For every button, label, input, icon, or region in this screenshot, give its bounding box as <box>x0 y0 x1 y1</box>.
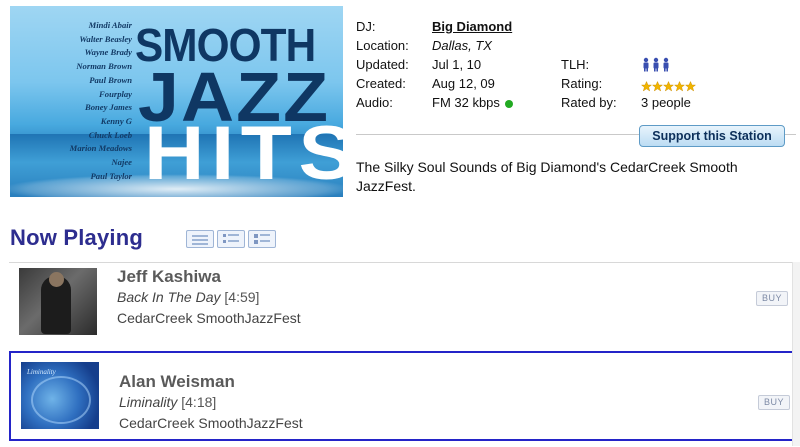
list-icon[interactable] <box>217 230 245 248</box>
artwork-artist: Kenny G <box>100 115 132 126</box>
album-art-swirl <box>31 376 91 424</box>
list-compact-icon[interactable] <box>186 230 214 248</box>
station-description: The Silky Soul Sounds of Big Diamond's C… <box>356 159 738 194</box>
track-row[interactable]: Jeff Kashiwa Back In The Day [4:59] Ceda… <box>9 263 796 349</box>
rating-stars[interactable] <box>640 78 697 92</box>
track-title: Liminality <box>119 394 178 410</box>
artwork-artist: Chuck Loeb <box>88 129 132 140</box>
now-playing-heading: Now Playing <box>10 225 143 250</box>
created-value: Aug 12, 09 <box>432 76 495 91</box>
audio-value: FM 32 kbps <box>432 93 513 112</box>
artwork-artist: Norman Brown <box>76 61 132 72</box>
created-row: Created: Aug 12, 09 Rating: <box>356 74 796 93</box>
tlh-label: TLH: <box>561 57 590 72</box>
track-album: CedarCreek SmoothJazzFest <box>117 310 301 326</box>
star-icons <box>640 80 697 92</box>
track-album: CedarCreek SmoothJazzFest <box>119 415 303 431</box>
rating-label: Rating: <box>561 76 603 91</box>
dj-link[interactable]: Big Diamond <box>432 17 512 36</box>
rated-by-value: 3 people <box>641 95 691 110</box>
artwork-title-hits: HITS <box>144 111 343 196</box>
dj-label: DJ: <box>356 19 376 34</box>
audio-label: Audio: <box>356 95 393 110</box>
updated-row: Updated: Jul 1, 10 TLH: <box>356 55 796 74</box>
track-artist: Jeff Kashiwa <box>117 267 221 286</box>
artwork-artist: Wayne Brady <box>84 47 132 58</box>
artwork-artist: Walter Beasley <box>79 33 132 44</box>
location-label: Location: <box>356 38 409 53</box>
artwork-artist: Paul Taylor <box>90 170 132 181</box>
track-title: Back In The Day <box>117 289 221 305</box>
location-value: Dallas, TX <box>432 38 492 53</box>
support-station-button[interactable]: Support this Station <box>639 125 785 147</box>
buy-button[interactable]: BUY <box>758 395 790 410</box>
track-list-scrollbar[interactable] <box>792 262 800 446</box>
artwork-artist: Paul Brown <box>89 74 132 85</box>
album-art-thumbnail[interactable] <box>19 268 97 335</box>
album-art-caption: Liminality <box>27 368 56 376</box>
artwork-artist: Marion Meadows <box>69 143 132 154</box>
track-duration: [4:59] <box>224 289 260 305</box>
track-list: Jeff Kashiwa Back In The Day [4:59] Ceda… <box>9 262 800 447</box>
artwork-artist-list: Mindi Abair Walter Beasley Wayne Brady N… <box>22 19 132 183</box>
artwork-artist: Boney James <box>84 102 132 113</box>
station-artwork: Mindi Abair Walter Beasley Wayne Brady N… <box>10 6 343 197</box>
created-label: Created: <box>356 76 406 91</box>
updated-label: Updated: <box>356 57 409 72</box>
track-duration: [4:18] <box>181 394 217 410</box>
artwork-artist: Mindi Abair <box>88 20 132 30</box>
track-song: Liminality [4:18] <box>119 394 216 410</box>
audio-row: Audio: FM 32 kbps Rated by: 3 people <box>356 93 796 112</box>
album-art-head <box>49 272 64 287</box>
artwork-artist: Fourplay <box>99 88 132 99</box>
track-artist: Alan Weisman <box>119 372 235 391</box>
audio-format: FM 32 kbps <box>432 95 500 110</box>
list-detail-icon[interactable] <box>248 230 276 248</box>
rated-by-label: Rated by: <box>561 95 617 110</box>
track-song: Back In The Day [4:59] <box>117 289 259 305</box>
green-dot-icon <box>504 99 513 108</box>
track-row-selected[interactable]: Liminality Alan Weisman Liminality [4:18… <box>9 351 800 441</box>
artwork-artist: Najee <box>111 157 132 168</box>
album-art-thumbnail[interactable]: Liminality <box>21 362 99 429</box>
updated-value: Jul 1, 10 <box>432 57 482 72</box>
buy-button[interactable]: BUY <box>756 291 788 306</box>
